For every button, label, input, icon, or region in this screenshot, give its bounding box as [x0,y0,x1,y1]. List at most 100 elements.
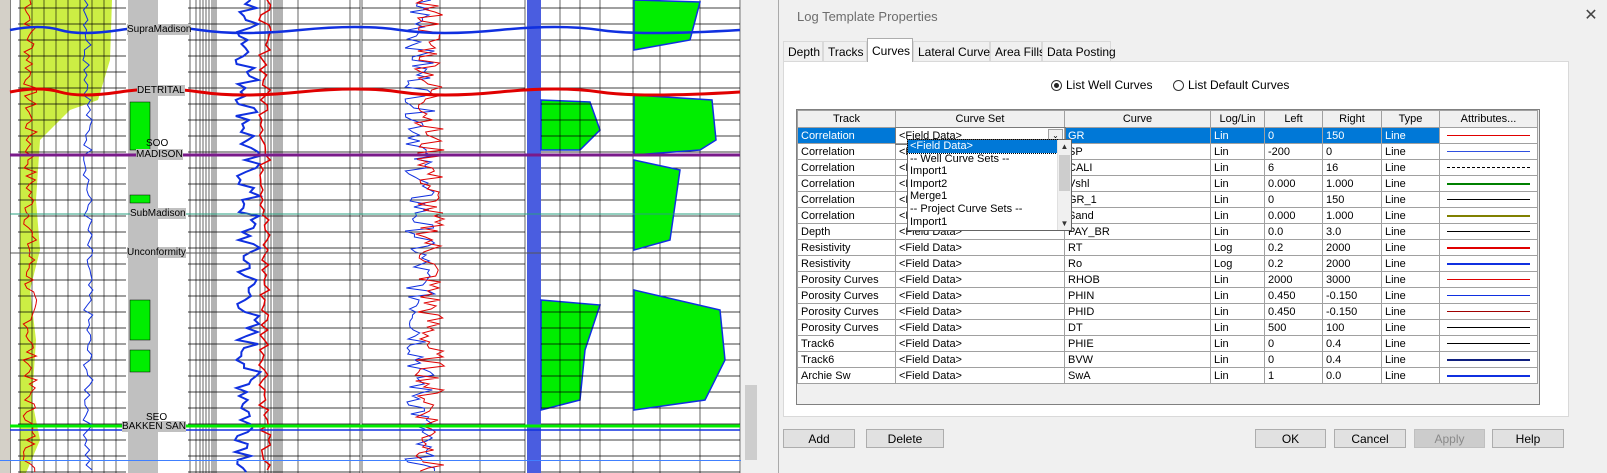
cell-right[interactable]: -0.150 [1322,287,1382,304]
delete-button[interactable]: Delete [866,429,944,448]
cell-type[interactable]: Line [1381,127,1440,144]
cell-track[interactable]: Correlation [797,191,896,208]
cell-right[interactable]: 150 [1322,127,1382,144]
cell-track[interactable]: Correlation [797,207,896,224]
radio-list-default-curves[interactable]: List Default Curves [1173,78,1289,92]
cell-right[interactable]: 100 [1322,319,1382,336]
cell-log-lin[interactable]: Log [1210,255,1265,272]
col-header-left[interactable]: Left [1264,110,1323,128]
cell-log-lin[interactable]: Lin [1210,175,1265,192]
tab-depth[interactable]: Depth [783,41,823,61]
tab-tracks[interactable]: Tracks [823,41,867,61]
cell-type[interactable]: Line [1381,319,1440,336]
dropdown-option[interactable]: Import2 [908,178,1071,191]
cell-attributes[interactable] [1439,271,1538,288]
cell-curve-set[interactable]: <Field Data> [895,319,1065,336]
cell-attributes[interactable] [1439,319,1538,336]
cell-track[interactable]: Track6 [797,335,896,352]
tab-curves[interactable]: Curves [867,38,913,62]
cell-track[interactable]: Porosity Curves [797,303,896,320]
dropdown-option[interactable]: -- Project Curve Sets -- [908,203,1071,216]
scroll-thumb[interactable] [1059,155,1070,191]
close-icon[interactable]: ✕ [1581,6,1601,26]
cell-curve-set[interactable]: <Field Data> [895,255,1065,272]
cell-left[interactable]: 0 [1264,191,1323,208]
table-row[interactable]: Porosity Curves <Field Data> PHIN Lin 0.450-… [797,287,1538,304]
cell-log-lin[interactable]: Lin [1210,223,1265,240]
cell-left[interactable]: 1 [1264,367,1323,384]
col-header-track[interactable]: Track [797,110,896,128]
cell-attributes[interactable] [1439,175,1538,192]
cell-attributes[interactable] [1439,191,1538,208]
cell-left[interactable]: 6 [1264,159,1323,176]
cell-type[interactable]: Line [1381,303,1440,320]
cell-curve-set[interactable]: <Field Data> [895,351,1065,368]
cell-left[interactable]: 0.450 [1264,287,1323,304]
dropdown-option[interactable]: -- Well Curve Sets -- [908,153,1071,166]
cell-left[interactable]: -200 [1264,143,1323,160]
table-row[interactable]: Porosity Curves <Field Data> DT Lin 500 100 Li… [797,319,1538,336]
cell-log-lin[interactable]: Lin [1210,127,1265,144]
cell-log-lin[interactable]: Lin [1210,287,1265,304]
cell-attributes[interactable] [1439,287,1538,304]
cell-right[interactable]: 150 [1322,191,1382,208]
cell-type[interactable]: Line [1381,207,1440,224]
cell-right[interactable]: -0.150 [1322,303,1382,320]
cell-left[interactable]: 2000 [1264,271,1323,288]
cell-log-lin[interactable]: Lin [1210,351,1265,368]
cell-curve-set[interactable]: <Field Data> [895,303,1065,320]
tab-area-fills[interactable]: Area Fills [990,41,1045,61]
cell-curve[interactable]: RT [1064,239,1211,256]
cell-log-lin[interactable]: Lin [1210,159,1265,176]
cell-curve[interactable]: DT [1064,319,1211,336]
cell-track[interactable]: Depth [797,223,896,240]
cell-log-lin[interactable]: Lin [1210,207,1265,224]
cell-left[interactable]: 0.0 [1264,223,1323,240]
dropdown-option[interactable]: Import1 [908,165,1071,178]
cell-type[interactable]: Line [1381,367,1440,384]
cell-track[interactable]: Resistivity [797,255,896,272]
cell-right[interactable]: 3000 [1322,271,1382,288]
dropdown-option[interactable]: Merge1 [908,190,1071,203]
cell-type[interactable]: Line [1381,175,1440,192]
cell-curve-set[interactable]: <Field Data> [895,239,1065,256]
cell-type[interactable]: Line [1381,335,1440,352]
cell-type[interactable]: Line [1381,255,1440,272]
table-row[interactable]: Porosity Curves <Field Data> RHOB Lin 2000 30… [797,271,1538,288]
cell-curve[interactable]: SwA [1064,367,1211,384]
cell-track[interactable]: Porosity Curves [797,319,896,336]
cell-log-lin[interactable]: Lin [1210,191,1265,208]
cell-curve-set[interactable]: <Field Data> [895,271,1065,288]
col-header-right[interactable]: Right [1322,110,1382,128]
cell-curve[interactable]: Ro [1064,255,1211,272]
cell-curve[interactable]: RHOB [1064,271,1211,288]
cell-curve[interactable]: CALI [1064,159,1211,176]
cell-type[interactable]: Line [1381,191,1440,208]
table-row[interactable]: Track6 <Field Data> BVW Lin 0 0.4 Line [797,351,1538,368]
log-display[interactable]: SupraMadison DETRITAL MADISON SubMadison… [0,0,778,473]
cell-right[interactable]: 0 [1322,143,1382,160]
cell-right[interactable]: 0.0 [1322,367,1382,384]
cell-right[interactable]: 0.4 [1322,335,1382,352]
dropdown-option[interactable]: Import1 [908,216,1071,229]
cell-type[interactable]: Line [1381,287,1440,304]
cell-attributes[interactable] [1439,239,1538,256]
cell-left[interactable]: 0.2 [1264,239,1323,256]
cell-track[interactable]: Archie Sw [797,367,896,384]
cell-curve[interactable]: GR [1064,127,1211,144]
cell-log-lin[interactable]: Lin [1210,303,1265,320]
curve-set-dropdown-list[interactable]: <Field Data> -- Well Curve Sets -- Import1… [907,139,1072,231]
dropdown-option[interactable]: <Field Data> [907,139,1058,154]
cell-left[interactable]: 0 [1264,127,1323,144]
cell-curve[interactable]: Sand [1064,207,1211,224]
cell-attributes[interactable] [1439,223,1538,240]
cell-log-lin[interactable]: Lin [1210,143,1265,160]
cell-curve[interactable]: PHID [1064,303,1211,320]
col-header-curve-set[interactable]: Curve Set [895,110,1065,128]
col-header-type[interactable]: Type [1381,110,1440,128]
cell-track[interactable]: Porosity Curves [797,271,896,288]
cell-log-lin[interactable]: Lin [1210,271,1265,288]
cell-track[interactable]: Correlation [797,159,896,176]
tab-data-posting[interactable]: Data Posting [1042,41,1116,61]
cell-log-lin[interactable]: Log [1210,239,1265,256]
